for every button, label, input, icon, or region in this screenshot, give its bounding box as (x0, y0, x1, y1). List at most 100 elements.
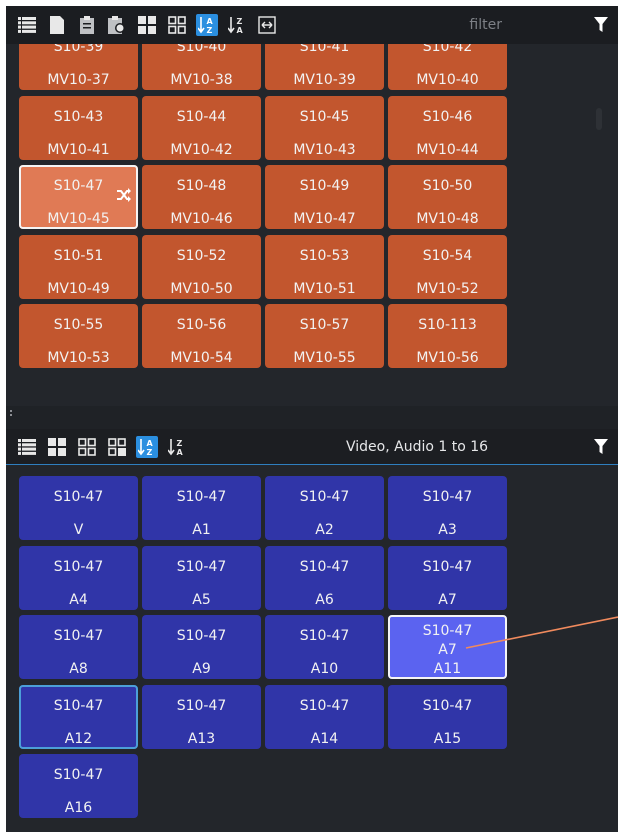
panel-splitter[interactable] (6, 406, 618, 429)
destination-tile[interactable]: S10-47 A16 (19, 754, 138, 818)
destination-tile[interactable]: S10-47 A15 (388, 684, 507, 749)
destination-tile[interactable]: S10-47 A2 (265, 476, 384, 540)
destination-tile[interactable]: S10-47 A12 (19, 684, 138, 749)
destination-name: S10-47 (176, 697, 227, 714)
sort-ascending-icon[interactable]: AZ (136, 435, 158, 458)
source-tile[interactable]: S10-39 MV10-37 (19, 44, 138, 90)
source-tile[interactable]: S10-49 MV10-47 (265, 165, 384, 229)
svg-text:A: A (237, 26, 244, 35)
small-tiles-icon[interactable] (166, 14, 188, 36)
destination-toolbar: AZ ZA Video, Audio 1 to 16 (6, 429, 618, 465)
source-tile[interactable]: S10-48 MV10-46 (142, 165, 261, 229)
source-name: S10-51 (53, 247, 104, 264)
filter-input[interactable] (392, 14, 572, 36)
source-scrollbar[interactable] (596, 108, 602, 130)
source-label: MV10-41 (47, 141, 110, 158)
svg-text:Z: Z (177, 439, 183, 448)
source-tile[interactable]: S10-46 MV10-44 (388, 95, 507, 160)
svg-text:A: A (177, 448, 184, 457)
destination-level: A3 (438, 522, 457, 538)
svg-text:A: A (207, 17, 214, 26)
source-tile[interactable]: S10-41 MV10-39 (265, 44, 384, 90)
source-name: S10-45 (299, 108, 350, 125)
source-tile[interactable]: S10-54 MV10-52 (388, 234, 507, 299)
source-tile[interactable]: S10-44 MV10-42 (142, 95, 261, 160)
destination-level: A4 (69, 591, 88, 608)
destination-level: A7 (438, 591, 457, 608)
source-name: S10-52 (176, 247, 227, 264)
source-name: S10-46 (422, 108, 473, 125)
source-label: MV10-49 (47, 280, 110, 297)
destination-tile[interactable]: S10-47 A7 (388, 545, 507, 610)
source-name: S10-49 (299, 178, 350, 194)
destination-tile[interactable]: S10-47 A1 (142, 476, 261, 540)
source-tile[interactable]: S10-52 MV10-50 (142, 234, 261, 299)
destination-name: S10-47 (422, 558, 473, 575)
source-tile[interactable]: S10-56 MV10-54 (142, 304, 261, 368)
destination-tile[interactable]: S10-47 A13 (142, 684, 261, 749)
large-tiles-icon[interactable] (46, 436, 68, 458)
destination-level: A11 (433, 661, 462, 677)
source-tile[interactable]: S10-47 MV10-45 (19, 165, 138, 229)
list-view-icon[interactable] (16, 14, 38, 36)
fit-width-icon[interactable] (256, 14, 278, 36)
destination-level: A10 (310, 661, 339, 677)
destination-tile[interactable]: S10-47 A3 (388, 476, 507, 540)
source-label: MV10-50 (170, 280, 233, 297)
source-tile[interactable]: S10-50 MV10-48 (388, 165, 507, 229)
destination-grid: S10-47 V S10-47 A1 S10-47 A2 S10-47 A3 S10-47 A4 S… (6, 466, 618, 832)
destination-name: S10-47 (53, 558, 104, 575)
source-name: S10-44 (176, 108, 227, 125)
large-tiles-icon[interactable] (136, 14, 158, 36)
routed-source-level: A7 (438, 642, 457, 658)
svg-text:A: A (147, 439, 154, 448)
source-name: S10-55 (53, 317, 104, 333)
sort-descending-icon[interactable]: ZA (166, 436, 188, 458)
clipboard-icon[interactable] (76, 14, 98, 36)
source-label: MV10-51 (293, 280, 356, 297)
lock-clipboard-icon[interactable] (106, 14, 128, 36)
source-tile[interactable]: S10-45 MV10-43 (265, 95, 384, 160)
destination-tile[interactable]: S10-47 A14 (265, 684, 384, 749)
destination-tile[interactable]: S10-47 A5 (142, 545, 261, 610)
sort-ascending-icon[interactable]: AZ (196, 14, 218, 36)
sort-descending-icon[interactable]: ZA (226, 14, 248, 36)
destination-name: S10-47 (422, 623, 473, 639)
source-tile[interactable]: S10-40 MV10-38 (142, 44, 261, 90)
level-scope-label[interactable]: Video, Audio 1 to 16 (346, 429, 488, 465)
destination-name: S10-47 (53, 489, 104, 505)
destination-tile[interactable]: S10-47 A7 A11 (388, 615, 507, 679)
destination-tile[interactable]: S10-47 A10 (265, 615, 384, 679)
destination-tile[interactable]: S10-47 V (19, 476, 138, 540)
filter-funnel-icon[interactable] (594, 439, 608, 455)
destination-tile[interactable]: S10-47 A6 (265, 545, 384, 610)
source-name: S10-50 (422, 178, 473, 194)
small-tiles-icon[interactable] (76, 436, 98, 458)
document-icon[interactable] (46, 14, 68, 36)
medium-tiles-icon[interactable] (106, 436, 128, 458)
destination-level: A15 (433, 730, 462, 747)
destination-name: S10-47 (53, 697, 104, 714)
source-tile[interactable]: S10-42 MV10-40 (388, 44, 507, 90)
source-tile[interactable]: S10-53 MV10-51 (265, 234, 384, 299)
destination-level: A2 (315, 522, 334, 538)
destination-tile[interactable]: S10-47 A8 (19, 615, 138, 679)
svg-text:Z: Z (147, 448, 153, 457)
source-label: MV10-53 (47, 350, 110, 366)
destination-tile[interactable]: S10-47 A4 (19, 545, 138, 610)
destination-tile[interactable]: S10-47 A9 (142, 615, 261, 679)
source-tile[interactable]: S10-55 MV10-53 (19, 304, 138, 368)
destination-level: A9 (192, 661, 211, 677)
source-tile[interactable]: S10-43 MV10-41 (19, 95, 138, 160)
source-tile[interactable]: S10-113 MV10-56 (388, 304, 507, 368)
splitter-grip-icon (10, 410, 13, 418)
destination-name: S10-47 (299, 697, 350, 714)
list-view-icon[interactable] (16, 436, 38, 458)
filter-funnel-icon[interactable] (594, 17, 608, 33)
source-tile[interactable]: S10-57 MV10-55 (265, 304, 384, 368)
destination-level: V (73, 522, 84, 538)
source-tile[interactable]: S10-51 MV10-49 (19, 234, 138, 299)
destination-level: A5 (192, 591, 211, 608)
destination-level: A1 (192, 522, 211, 538)
source-toolbar: AZ ZA (6, 6, 618, 44)
